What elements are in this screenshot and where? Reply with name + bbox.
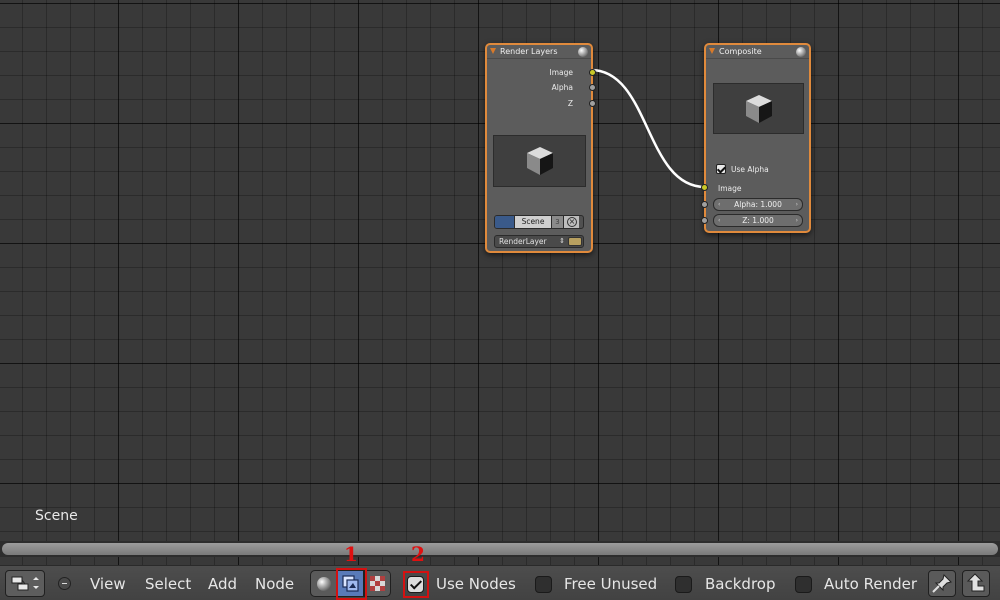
composite-preview bbox=[713, 83, 804, 134]
use-alpha-label: Use Alpha bbox=[731, 165, 769, 174]
free-unused-checkbox[interactable] bbox=[535, 576, 552, 593]
updown-arrows-icon: ⇕ bbox=[559, 237, 565, 245]
shader-tree-button[interactable] bbox=[310, 570, 337, 597]
render-layer-label: RenderLayer bbox=[499, 237, 547, 246]
render-layer-dropdown[interactable]: RenderLayer ⇕ bbox=[494, 235, 584, 248]
scene-users-count: 3 bbox=[551, 216, 563, 228]
use-alpha-checkbox[interactable] bbox=[716, 164, 726, 174]
menu-view[interactable]: View bbox=[90, 575, 126, 593]
minus-icon bbox=[62, 583, 67, 584]
output-socket-alpha[interactable] bbox=[589, 84, 596, 91]
go-to-parent-icon bbox=[966, 573, 985, 592]
input-socket-z[interactable] bbox=[701, 217, 708, 224]
increment-arrow-icon[interactable]: › bbox=[796, 199, 798, 210]
output-label-z: Z bbox=[567, 99, 573, 108]
increment-arrow-icon[interactable]: › bbox=[796, 215, 798, 226]
pin-button[interactable] bbox=[928, 570, 956, 597]
pin-icon bbox=[932, 574, 952, 593]
cube-preview-icon bbox=[745, 94, 772, 123]
collapse-icon[interactable] bbox=[709, 48, 715, 54]
shader-sphere-icon bbox=[317, 577, 331, 591]
editor-type-icon bbox=[11, 576, 39, 591]
render-layers-node[interactable]: Render Layers Image Alpha Z Scene 3 × Re… bbox=[485, 43, 596, 253]
cube-preview-icon bbox=[526, 147, 553, 175]
menu-add[interactable]: Add bbox=[208, 575, 237, 593]
backdrop-checkbox[interactable] bbox=[675, 576, 692, 593]
callout-1-number: 1 bbox=[344, 542, 358, 566]
node-header[interactable]: Composite bbox=[706, 45, 809, 59]
menu-select[interactable]: Select bbox=[145, 575, 191, 593]
parent-node-tree-button[interactable] bbox=[962, 570, 990, 597]
horizontal-scrollbar[interactable] bbox=[0, 541, 1000, 557]
render-preview bbox=[493, 135, 586, 187]
node-title: Render Layers bbox=[500, 47, 558, 56]
collapse-menu-button[interactable] bbox=[58, 577, 71, 590]
alpha-slider[interactable]: ‹ Alpha: 1.000 › bbox=[713, 198, 803, 211]
scene-icon[interactable] bbox=[495, 216, 515, 228]
scene-selector[interactable]: Scene 3 × bbox=[494, 215, 584, 229]
texture-checker-icon bbox=[370, 576, 385, 591]
backdrop-label[interactable]: Backdrop bbox=[705, 575, 775, 593]
scene-name-field[interactable]: Scene bbox=[515, 216, 551, 228]
callout-2-number: 2 bbox=[411, 542, 425, 566]
auto-render-label[interactable]: Auto Render bbox=[824, 575, 917, 593]
composite-node[interactable]: Composite Use Alpha Image ‹ Alpha: 1.000… bbox=[701, 43, 811, 233]
node-title: Composite bbox=[719, 47, 762, 56]
free-unused-label[interactable]: Free Unused bbox=[564, 575, 657, 593]
auto-render-checkbox[interactable] bbox=[795, 576, 812, 593]
node-header[interactable]: Render Layers bbox=[487, 45, 591, 59]
scene-name-overlay: Scene bbox=[35, 508, 78, 524]
z-slider[interactable]: ‹ Z: 1.000 › bbox=[713, 214, 803, 227]
input-socket-image[interactable] bbox=[701, 184, 708, 191]
decrement-arrow-icon[interactable]: ‹ bbox=[718, 199, 720, 210]
collapse-icon[interactable] bbox=[490, 48, 496, 54]
scrollbar-thumb[interactable] bbox=[2, 543, 998, 555]
callout-1-box bbox=[336, 568, 367, 600]
preview-toggle-icon[interactable] bbox=[578, 47, 588, 57]
output-label-alpha: Alpha bbox=[551, 83, 573, 92]
output-label-image: Image bbox=[549, 68, 574, 77]
preview-toggle-icon[interactable] bbox=[796, 47, 806, 57]
output-socket-z[interactable] bbox=[589, 100, 596, 107]
texture-tree-button[interactable] bbox=[364, 570, 391, 597]
input-socket-alpha[interactable] bbox=[701, 201, 708, 208]
z-value: Z: 1.000 bbox=[742, 216, 774, 225]
use-nodes-label[interactable]: Use Nodes bbox=[436, 575, 516, 593]
decrement-arrow-icon[interactable]: ‹ bbox=[718, 215, 720, 226]
alpha-value: Alpha: 1.000 bbox=[734, 200, 782, 209]
input-label-image: Image bbox=[718, 184, 742, 193]
callout-2-box bbox=[403, 571, 429, 598]
unlink-scene-button[interactable]: × bbox=[563, 216, 579, 228]
render-button-icon[interactable] bbox=[568, 237, 582, 246]
node-editor-canvas[interactable]: Render Layers Image Alpha Z Scene 3 × Re… bbox=[0, 0, 1000, 540]
editor-type-button[interactable] bbox=[5, 570, 45, 597]
node-editor-header: View Select Add Node 1 2 Use Nodes Free … bbox=[0, 542, 1000, 600]
close-icon: × bbox=[567, 217, 577, 227]
menu-node[interactable]: Node bbox=[255, 575, 294, 593]
output-socket-image[interactable] bbox=[589, 69, 596, 76]
